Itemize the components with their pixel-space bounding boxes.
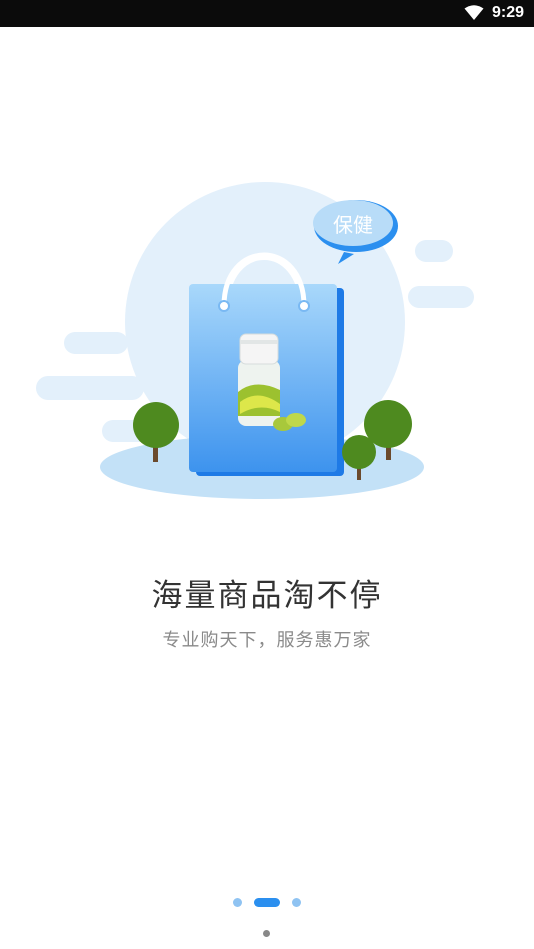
status-bar: 9:29	[0, 0, 534, 27]
page-dot-active[interactable]	[254, 897, 280, 907]
onboarding-subtitle: 专业购天下，服务惠万家	[162, 630, 372, 651]
medicine-bottle	[238, 333, 280, 426]
bubble-label: 保健	[333, 213, 373, 237]
onboarding-title: 海量商品淘不停	[151, 578, 383, 614]
cloud-bar	[408, 286, 474, 308]
wifi-icon	[464, 5, 484, 20]
pill	[286, 413, 306, 427]
page-dot[interactable]	[233, 897, 242, 907]
cloud-bar	[36, 376, 144, 400]
cloud-bar	[415, 240, 453, 262]
onboarding-illustration: 保健	[36, 182, 474, 499]
status-time: 9:29	[491, 4, 524, 21]
page-indicator	[0, 896, 534, 908]
cloud-bar	[64, 332, 128, 354]
page-dot[interactable]	[292, 897, 301, 907]
home-indicator-dot	[263, 930, 270, 937]
